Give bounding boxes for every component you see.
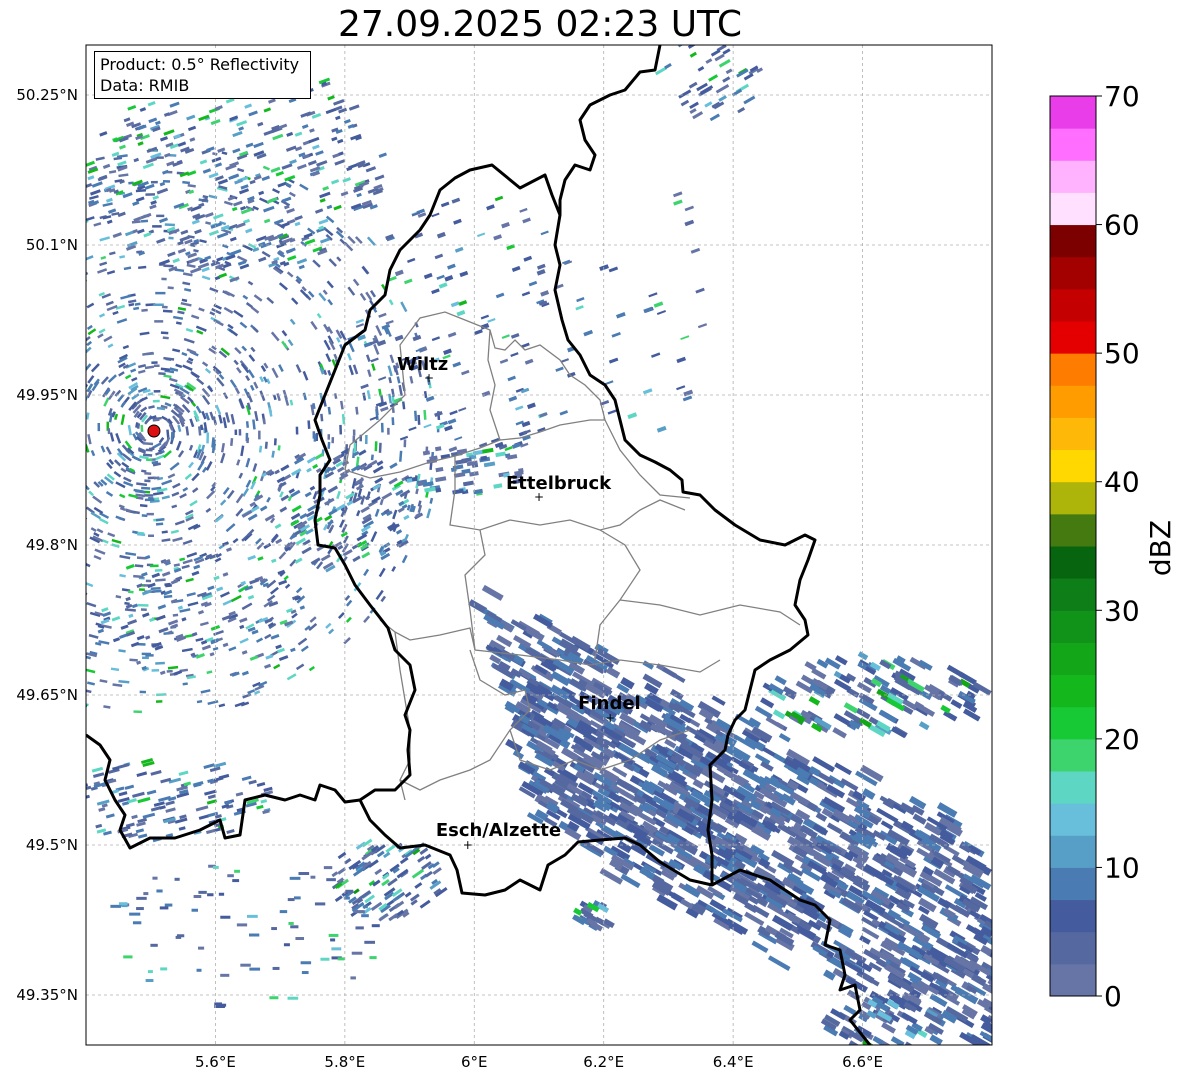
colorbar-tick-label: 20 xyxy=(1104,723,1140,756)
radar-map-figure: +Wiltz+Ettelbruck+Findel+Esch/Alzette 50… xyxy=(16,44,1177,1071)
lat-tick-label: 50.1°N xyxy=(26,236,78,254)
colorbar-swatch xyxy=(1050,417,1096,451)
colorbar-swatch xyxy=(1050,899,1096,933)
lat-tick-label: 49.5°N xyxy=(26,836,78,854)
colorbar-swatch xyxy=(1050,867,1096,901)
colorbar-swatch xyxy=(1050,385,1096,418)
lon-tick-label: 6°E xyxy=(461,1053,488,1071)
colorbar-swatch xyxy=(1050,963,1096,997)
colorbar-ticks: 0 10 20 30 40 50 60 70 xyxy=(1096,80,1140,1013)
colorbar-swatch xyxy=(1050,931,1096,965)
colorbar-swatches xyxy=(1050,96,1096,997)
colorbar-swatch xyxy=(1050,321,1096,354)
colorbar-swatch xyxy=(1050,771,1096,804)
colorbar-swatch xyxy=(1050,160,1096,193)
colorbar-tick-label: 30 xyxy=(1104,594,1140,627)
colorbar-swatch xyxy=(1050,256,1096,290)
colorbar-tick-label: 70 xyxy=(1104,80,1140,113)
colorbar-tick-label: 10 xyxy=(1104,851,1140,884)
lat-tick-label: 49.65°N xyxy=(16,686,78,704)
lon-tick-label: 6.6°E xyxy=(842,1053,883,1071)
colorbar-swatch xyxy=(1050,192,1096,226)
colorbar-swatch xyxy=(1050,610,1096,643)
lat-tick-label: 50.25°N xyxy=(16,86,78,104)
radar-site xyxy=(147,424,161,438)
lon-tick-label: 6.4°E xyxy=(713,1053,754,1071)
data-source-label: Data: RMIB xyxy=(100,76,190,95)
lat-tick-label: 49.95°N xyxy=(16,386,78,404)
colorbar: 0 10 20 30 40 50 60 70 dBZ xyxy=(1049,80,1177,1013)
colorbar-swatch xyxy=(1050,513,1096,547)
colorbar-swatch xyxy=(1050,224,1096,258)
radar-site-marker xyxy=(147,424,161,438)
city-label: Esch/Alzette xyxy=(436,820,561,841)
colorbar-swatch xyxy=(1050,803,1096,836)
colorbar-label: dBZ xyxy=(1144,520,1177,576)
colorbar-swatch xyxy=(1050,96,1096,129)
colorbar-swatch xyxy=(1050,128,1096,161)
colorbar-swatch xyxy=(1050,674,1096,708)
colorbar-tick-label: 0 xyxy=(1104,980,1122,1013)
colorbar-swatch xyxy=(1050,481,1096,515)
lat-tick-label: 49.8°N xyxy=(26,536,78,554)
lat-tick-label: 49.35°N xyxy=(16,986,78,1004)
lon-tick-label: 6.2°E xyxy=(583,1053,624,1071)
colorbar-swatch xyxy=(1050,578,1096,611)
city-label: Ettelbruck xyxy=(506,473,612,494)
colorbar-swatch xyxy=(1050,642,1096,676)
product-label: Product: 0.5° Reflectivity xyxy=(100,55,300,74)
colorbar-swatch xyxy=(1050,288,1096,322)
lon-tick-label: 5.6°E xyxy=(195,1053,236,1071)
colorbar-swatch xyxy=(1050,546,1096,579)
city-label: Wiltz xyxy=(397,354,448,375)
colorbar-tick-label: 40 xyxy=(1104,466,1140,499)
colorbar-tick-label: 50 xyxy=(1104,337,1140,370)
city-label: Findel xyxy=(578,693,641,714)
colorbar-swatch xyxy=(1050,706,1096,740)
colorbar-tick-label: 60 xyxy=(1104,209,1140,242)
colorbar-swatch xyxy=(1050,353,1096,386)
product-info-box: Product: 0.5° Reflectivity Data: RMIB xyxy=(94,51,311,99)
colorbar-swatch xyxy=(1050,738,1096,772)
colorbar-swatch xyxy=(1050,835,1096,868)
lon-tick-label: 5.8°E xyxy=(324,1053,365,1071)
colorbar-swatch xyxy=(1050,449,1096,483)
